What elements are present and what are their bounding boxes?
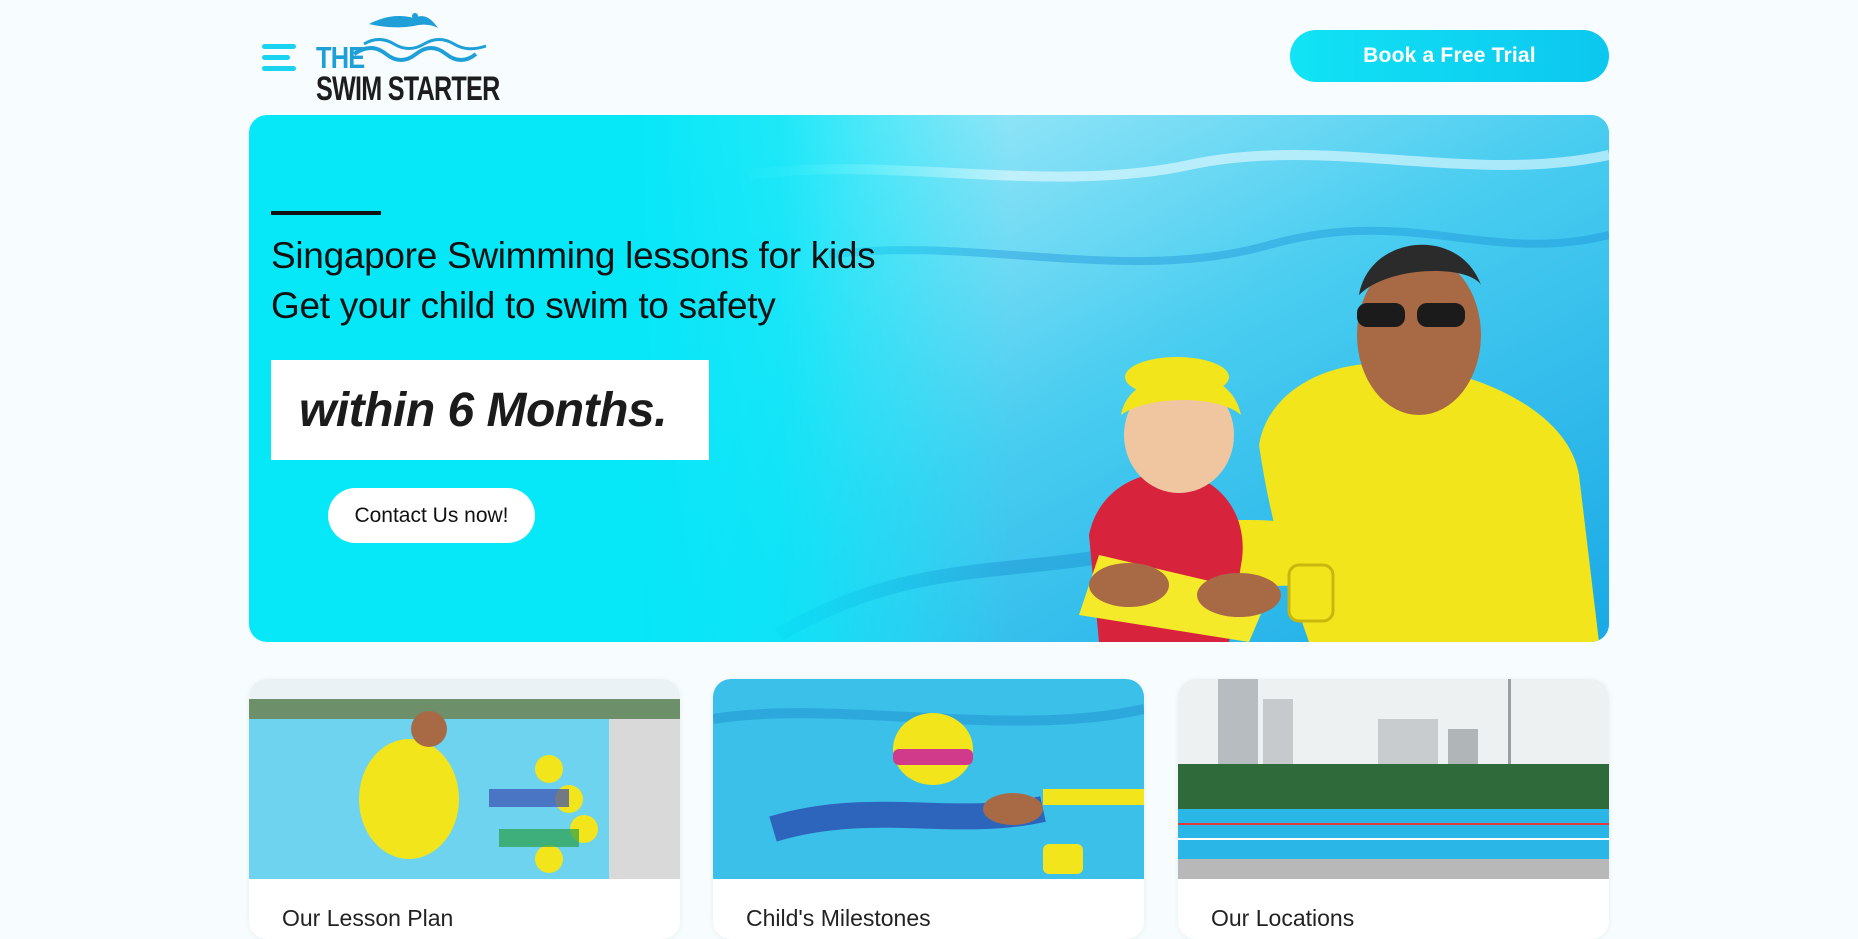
hero-banner: Singapore Swimming lessons for kids Get … xyxy=(249,115,1609,642)
logo-brand-text: SWIM STARTER xyxy=(316,70,500,108)
hero-accent-rule xyxy=(271,211,381,215)
hamburger-menu-icon[interactable] xyxy=(262,44,296,72)
hero-subheadline: Get your child to swim to safety xyxy=(271,285,776,326)
contact-us-button[interactable]: Contact Us now! xyxy=(328,488,535,543)
locations-pool-photo xyxy=(1178,679,1609,879)
hero-headline: Singapore Swimming lessons for kids xyxy=(271,235,876,276)
child-milestones-photo xyxy=(713,679,1144,879)
site-logo[interactable]: THE SWIM STARTER xyxy=(314,10,514,108)
hero-highlight-box: within 6 Months. xyxy=(271,360,709,460)
card-title: Child's Milestones xyxy=(746,905,931,931)
book-free-trial-button[interactable]: Book a Free Trial xyxy=(1290,30,1609,82)
card-our-locations[interactable]: Our Locations xyxy=(1178,679,1609,939)
lesson-plan-photo xyxy=(249,679,680,879)
card-title: Our Locations xyxy=(1211,905,1355,931)
hero-highlight-text: within 6 Months. xyxy=(299,383,667,437)
card-lesson-plan[interactable]: Our Lesson Plan xyxy=(249,679,680,939)
card-title: Our Lesson Plan xyxy=(282,905,454,931)
card-child-milestones[interactable]: Child's Milestones xyxy=(713,679,1144,939)
